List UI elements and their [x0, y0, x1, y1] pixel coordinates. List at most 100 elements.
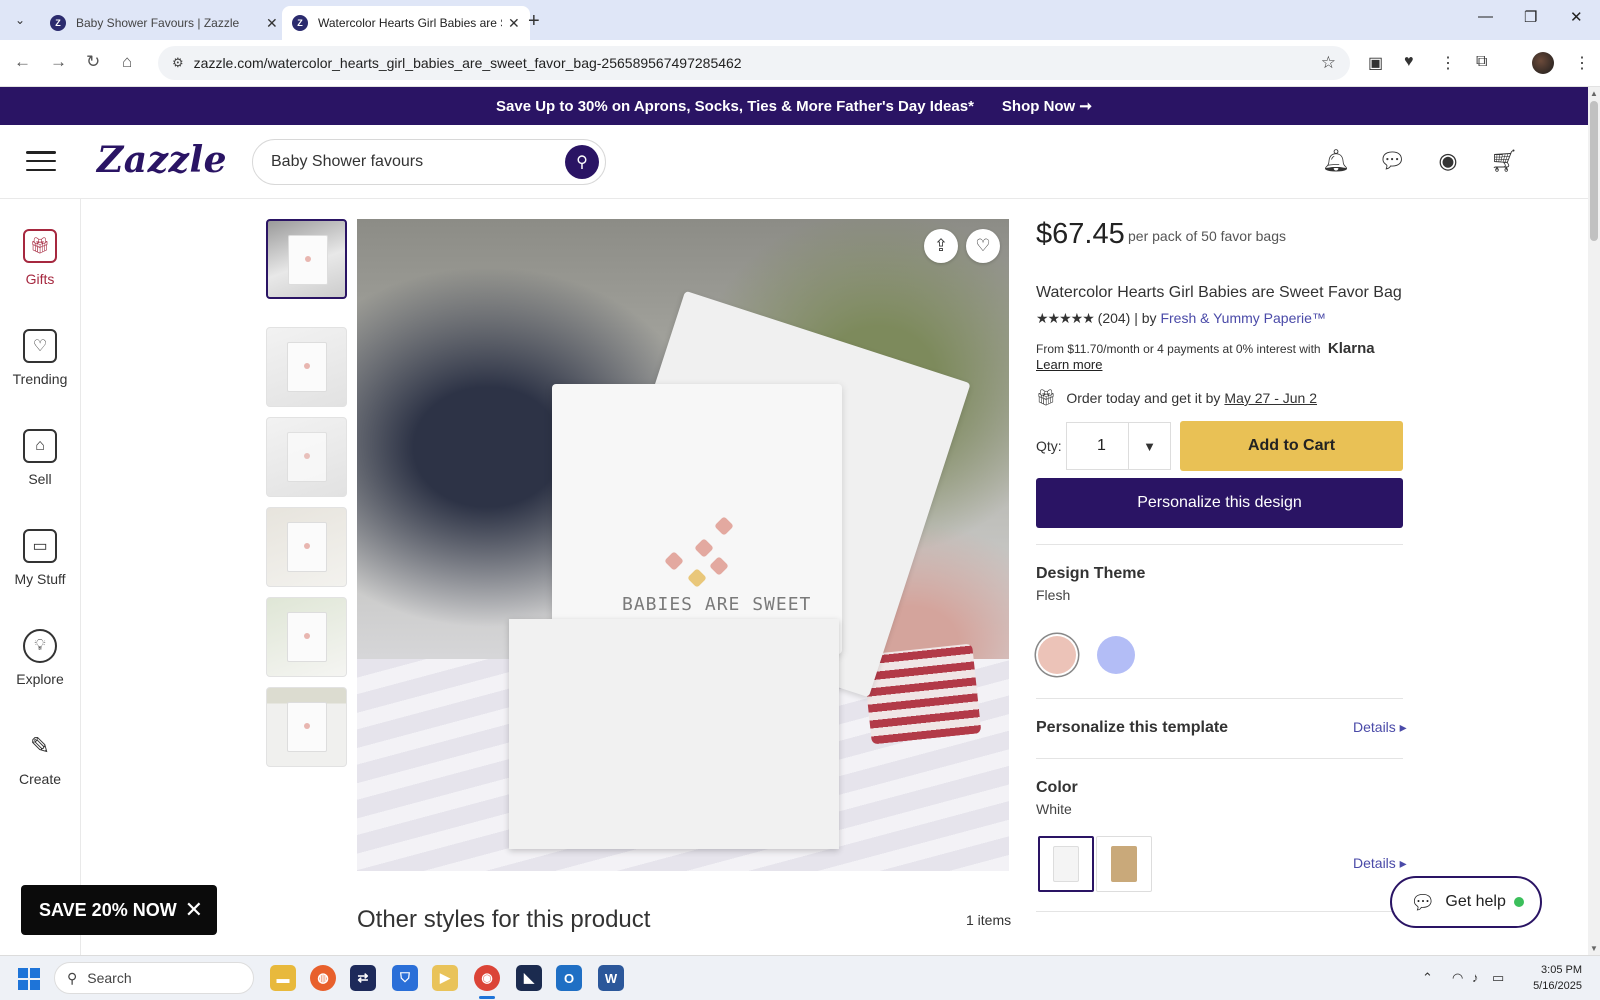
rail-item-create[interactable]: ✎ Create	[0, 729, 80, 788]
rail-item-sell[interactable]: ⌂ Sell	[0, 429, 80, 487]
battery-icon[interactable]: ▭	[1492, 970, 1504, 986]
review-count[interactable]: (204)	[1098, 310, 1131, 326]
forward-arrow-icon[interactable]: →	[50, 52, 67, 72]
taskbar-search[interactable]: ⚲ Search	[54, 962, 254, 994]
close-icon[interactable]: ✕	[185, 897, 203, 923]
rail-item-explore[interactable]: 💡︎ Explore	[0, 629, 80, 687]
close-tab-icon[interactable]: ✕	[508, 15, 520, 32]
restore-icon[interactable]: ❐	[1524, 8, 1537, 26]
personalize-design-button[interactable]: Personalize this design	[1036, 478, 1403, 528]
home-icon[interactable]: ⌂	[122, 52, 132, 72]
scroll-up-arrow-icon[interactable]: ▲	[1590, 89, 1598, 98]
wishlist-heart-icon[interactable]: ♡	[966, 229, 1000, 263]
product-thumbnail[interactable]	[266, 507, 347, 587]
profile-avatar[interactable]	[1532, 52, 1554, 74]
color-swatch-white[interactable]	[1038, 836, 1094, 892]
learn-more-link[interactable]: Learn more	[1036, 357, 1102, 372]
tab-title: Watercolor Hearts Girl Babies are Sweet …	[318, 16, 502, 30]
search-query: Baby Shower favours	[271, 153, 424, 170]
notifications-bell-icon[interactable]: 🔔︎	[1320, 145, 1352, 177]
delivery-date-link[interactable]: May 27 - Jun 2	[1224, 390, 1317, 406]
color-details-link[interactable]: Details ▸	[1353, 855, 1407, 872]
rail-item-gifts[interactable]: 🎁︎ Gifts	[0, 229, 80, 287]
left-nav-rail: 🎁︎ Gifts ♡ Trending ⌂ Sell ▭ My Stuff 💡︎…	[0, 199, 81, 955]
product-thumbnail[interactable]	[266, 687, 347, 767]
app-icon[interactable]: ⇄	[350, 965, 376, 991]
zazzle-logo[interactable]: Zazzle	[97, 139, 227, 181]
personalize-template-label: Personalize this template	[1036, 719, 1229, 736]
wifi-icon[interactable]: ◠	[1452, 970, 1463, 986]
main-product-image[interactable]: BABIES ARE SWEET ⇪ ♡	[357, 219, 1009, 871]
rail-item-label: Sell	[28, 471, 52, 487]
firefox-icon[interactable]: ◍	[310, 965, 336, 991]
chrome-icon[interactable]: ◉	[474, 965, 500, 991]
minimize-icon[interactable]: —	[1478, 8, 1493, 25]
account-icon[interactable]: ◉	[1432, 145, 1464, 177]
url-text: zazzle.com/watercolor_hearts_girl_babies…	[193, 55, 742, 71]
get-help-button[interactable]: 💬︎ Get help	[1390, 876, 1542, 928]
back-arrow-icon[interactable]: ←	[14, 52, 31, 72]
shop-now-link[interactable]: Shop Now ➞	[1002, 97, 1092, 115]
puzzle-extensions-icon[interactable]: ⧉	[1476, 53, 1487, 71]
color-swatch-kraft[interactable]	[1096, 836, 1152, 892]
promo-banner[interactable]: Save Up to 30% on Aprons, Socks, Ties & …	[0, 87, 1588, 125]
hamburger-menu-icon[interactable]	[26, 151, 56, 171]
scrollbar-thumb[interactable]	[1590, 101, 1598, 241]
divider	[1036, 544, 1403, 545]
color-label: Color	[1036, 779, 1078, 796]
close-window-icon[interactable]: ✕	[1570, 8, 1583, 26]
page-scrollbar[interactable]: ▲ ▼	[1588, 87, 1600, 955]
browser-tab[interactable]: Z Baby Shower Favours | Zazzle ✕	[40, 6, 288, 40]
show-hidden-icons-chevron-icon[interactable]: ⌃	[1422, 970, 1433, 986]
cart-icon[interactable]: 🛒︎	[1488, 145, 1520, 177]
file-explorer-icon[interactable]: ▬	[270, 965, 296, 991]
vs-icon[interactable]: ◣	[516, 965, 542, 991]
security-shield-icon[interactable]: ⛉	[392, 965, 418, 991]
bookmark-star-icon[interactable]: ☆	[1321, 53, 1336, 73]
clock-date: 5/16/2025	[1533, 980, 1582, 992]
search-input[interactable]: Baby Shower favours ⚲	[252, 139, 606, 185]
browser-tab-active[interactable]: Z Watercolor Hearts Girl Babies are Swee…	[282, 6, 530, 40]
theme-swatch-flesh[interactable]	[1038, 636, 1076, 674]
product-thumbnail[interactable]	[266, 417, 347, 497]
word-icon[interactable]: W	[598, 965, 624, 991]
close-tab-icon[interactable]: ✕	[266, 15, 278, 32]
get-help-label: Get help	[1445, 893, 1506, 910]
windows-taskbar: ⚲ Search ▬ ◍ ⇄ ⛉ ▶ ◉ ◣ O W ⌃ ◠ ♪ ▭ 3:05 …	[0, 955, 1600, 1000]
search-icon[interactable]: ⚲	[565, 145, 599, 179]
share-icon[interactable]: ⇪	[924, 229, 958, 263]
rail-item-my-stuff[interactable]: ▭ My Stuff	[0, 529, 80, 587]
seller-link[interactable]: Fresh & Yummy Paperie™	[1160, 310, 1325, 326]
product-price: $67.45	[1036, 218, 1125, 250]
tab-search-chevron-icon[interactable]: ⌄	[8, 8, 32, 32]
image-extension-icon[interactable]: ▣	[1368, 53, 1383, 73]
chevron-down-icon[interactable]: ▼	[1128, 423, 1170, 469]
delivery-text: Order today and get it by	[1066, 390, 1221, 406]
scroll-down-arrow-icon[interactable]: ▼	[1590, 944, 1598, 953]
extension-menu-icon[interactable]: ⋮	[1440, 53, 1456, 73]
browser-menu-icon[interactable]: ⋮	[1574, 53, 1590, 73]
quantity-select[interactable]: 1 ▼	[1066, 422, 1171, 470]
template-details-link[interactable]: Details ▸	[1353, 719, 1407, 736]
product-thumbnail[interactable]	[266, 327, 347, 407]
product-thumbnail[interactable]	[266, 597, 347, 677]
add-to-cart-button[interactable]: Add to Cart	[1180, 421, 1403, 471]
volume-icon[interactable]: ♪	[1472, 970, 1479, 985]
by-label: | by	[1134, 310, 1157, 326]
windows-start-icon[interactable]	[18, 968, 40, 990]
rail-item-label: Trending	[12, 371, 68, 387]
reload-icon[interactable]: ↻	[86, 52, 100, 72]
chat-icon[interactable]: 💬︎	[1376, 145, 1408, 177]
shield-extension-icon[interactable]: ♥	[1404, 53, 1414, 71]
media-player-icon[interactable]: ▶	[432, 965, 458, 991]
product-thumbnail[interactable]	[266, 219, 347, 299]
theme-swatch-blue[interactable]	[1097, 636, 1135, 674]
outlook-icon[interactable]: O	[556, 965, 582, 991]
save-20-banner[interactable]: SAVE 20% NOW ✕	[21, 885, 217, 935]
address-bar[interactable]: ⚙ zazzle.com/watercolor_hearts_girl_babi…	[158, 46, 1350, 80]
site-info-icon[interactable]: ⚙	[172, 55, 184, 71]
rail-item-trending[interactable]: ♡ Trending	[0, 329, 80, 387]
gift-icon: 🎁︎	[23, 229, 57, 263]
system-clock[interactable]: 3:05 PM 5/16/2025	[1520, 962, 1582, 994]
new-tab-plus-icon[interactable]: +	[528, 10, 540, 33]
